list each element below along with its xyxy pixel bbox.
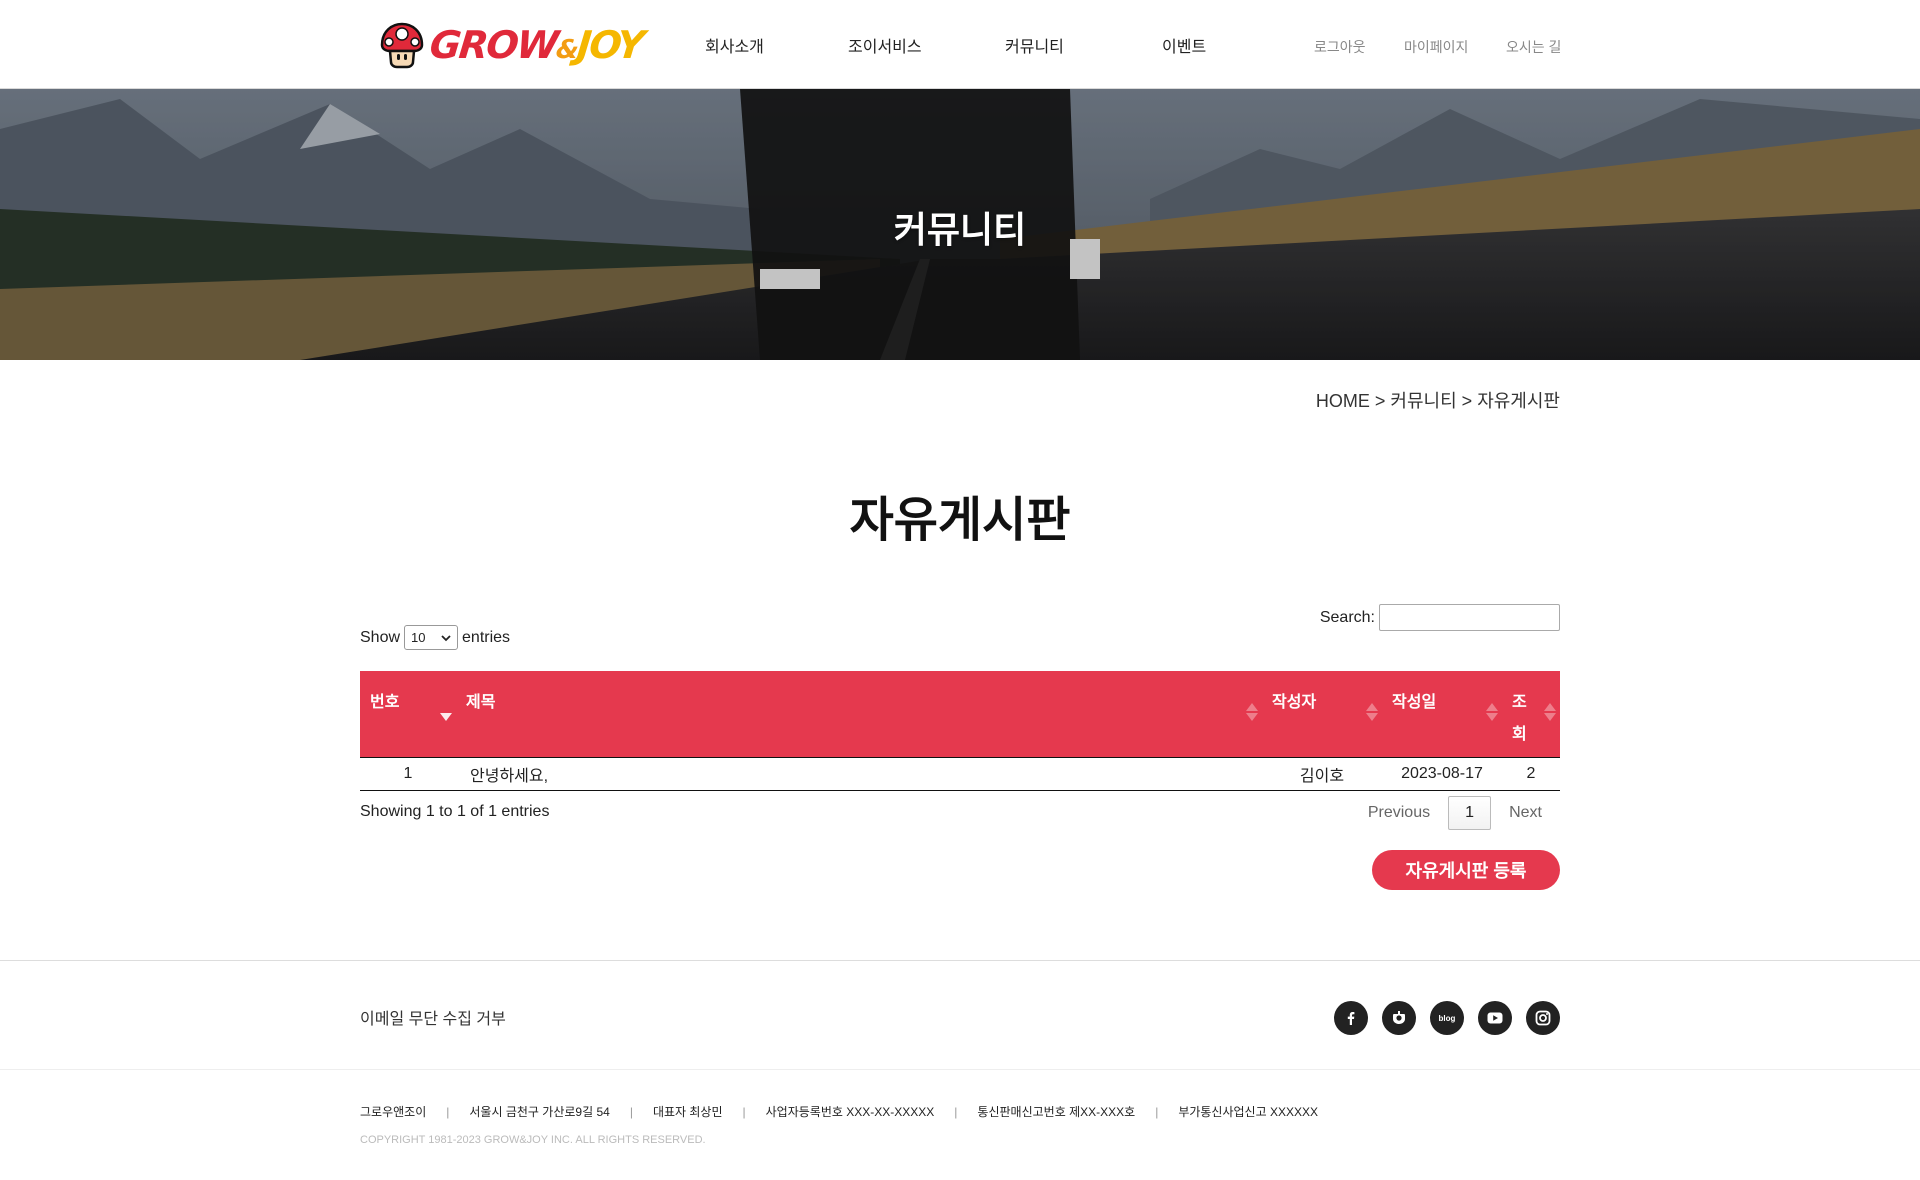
- nav-item-company[interactable]: 회사소개: [705, 33, 764, 57]
- column-label: 작성자: [1272, 694, 1317, 711]
- facebook-icon[interactable]: [1334, 1001, 1368, 1035]
- sort-icon: [1366, 703, 1378, 721]
- mushroom-icon: [380, 22, 424, 69]
- sort-icon: [1486, 703, 1498, 721]
- cell-author: 김이호: [1262, 757, 1382, 791]
- entries-select[interactable]: 10: [404, 625, 459, 650]
- page-title: 자유게시판: [849, 494, 1071, 547]
- divider: |: [629, 1104, 633, 1119]
- previous-button[interactable]: Previous: [1350, 804, 1448, 822]
- sort-icon: [1544, 703, 1556, 721]
- sort-desc-icon: [440, 703, 452, 721]
- hero-banner: 커뮤니티: [0, 89, 1920, 360]
- company-telecom-number: 부가통신사업신고 XXXXXX: [1178, 1105, 1318, 1119]
- next-button[interactable]: Next: [1491, 804, 1560, 822]
- cell-title[interactable]: 안녕하세요,: [456, 757, 1262, 791]
- copyright: COPYRIGHT 1981-2023 GROW&JOY INC. ALL RI…: [360, 1134, 706, 1146]
- column-label: 번호: [370, 694, 400, 711]
- logo-grow: GROW: [427, 23, 559, 67]
- column-label: 제목: [466, 694, 496, 711]
- company-business-number: 사업자등록번호 XXX-XX-XXXXX: [765, 1105, 935, 1119]
- column-header-views[interactable]: 조회: [1502, 671, 1560, 758]
- hero-title: 커뮤니티: [893, 209, 1027, 250]
- company-name: 그로우앤조이: [360, 1105, 427, 1119]
- chevron-down-icon: [441, 634, 451, 641]
- breadcrumb: HOME > 커뮤니티 > 자유게시판: [1315, 391, 1560, 411]
- youtube-icon[interactable]: [1478, 1001, 1512, 1035]
- entries-label: entries: [462, 628, 511, 646]
- divider: |: [1155, 1104, 1159, 1119]
- show-label: Show: [360, 628, 401, 646]
- mypage-link[interactable]: 마이페이지: [1404, 37, 1468, 57]
- nav-item-community[interactable]: 커뮤니티: [1005, 33, 1064, 57]
- email-policy-link[interactable]: 이메일 무단 수집 거부: [360, 1005, 506, 1029]
- nav-item-joy-service[interactable]: 조이서비스: [848, 33, 922, 57]
- pagination: Previous 1 Next: [1350, 796, 1560, 830]
- site-header: GROW&JOY 회사소개 조이서비스 커뮤니티 이벤트 로그아웃 마이페이지 …: [0, 0, 1920, 89]
- entries-select-value: 10: [411, 630, 426, 645]
- logo[interactable]: GROW&JOY: [378, 20, 645, 70]
- write-post-button[interactable]: 자유게시판 등록: [1372, 850, 1560, 890]
- logout-link[interactable]: 로그아웃: [1314, 37, 1366, 57]
- column-header-number[interactable]: 번호: [360, 671, 456, 758]
- page-button-current[interactable]: 1: [1448, 796, 1492, 830]
- entries-length-control: Show 10 entries: [360, 625, 510, 650]
- cell-date: 2023-08-17: [1382, 757, 1502, 791]
- column-header-date[interactable]: 작성일: [1382, 671, 1502, 758]
- nav-item-event[interactable]: 이벤트: [1162, 33, 1206, 57]
- sns-links: blog: [1334, 1001, 1560, 1035]
- board-table: 번호 제목 작성자 작성일 조회 1 안녕하세요, 김이호 2023-08-17…: [360, 671, 1560, 791]
- company-address: 서울시 금천구 가산로9길 54: [469, 1105, 610, 1119]
- search-control: Search:: [1320, 604, 1560, 631]
- column-header-author[interactable]: 작성자: [1262, 671, 1382, 758]
- column-label: 작성일: [1392, 694, 1437, 711]
- cell-number: 1: [360, 757, 456, 791]
- blog-icon[interactable]: blog: [1430, 1001, 1464, 1035]
- sort-icon: [1246, 703, 1258, 721]
- instagram-icon[interactable]: [1526, 1001, 1560, 1035]
- divider: |: [954, 1104, 958, 1119]
- logo-wordmark: GROW&JOY: [428, 23, 645, 67]
- search-label: Search:: [1319, 608, 1375, 626]
- table-info: Showing 1 to 1 of 1 entries: [360, 803, 550, 820]
- table-header-row: 번호 제목 작성자 작성일 조회: [360, 671, 1560, 758]
- search-input[interactable]: [1379, 604, 1560, 631]
- directions-link[interactable]: 오시는 길: [1506, 37, 1561, 57]
- company-mail-order-number: 통신판매신고번호 제XX-XXX호: [977, 1105, 1136, 1119]
- column-header-title[interactable]: 제목: [456, 671, 1262, 758]
- column-label: 조회: [1512, 694, 1527, 743]
- company-info: 그로우앤조이 | 서울시 금천구 가산로9길 54 | 대표자 최상민 | 사업…: [360, 1103, 1318, 1120]
- kakao-story-icon[interactable]: [1382, 1001, 1416, 1035]
- divider: |: [446, 1104, 450, 1119]
- footer-top: [0, 960, 1920, 1070]
- table-row[interactable]: 1 안녕하세요, 김이호 2023-08-17 2: [360, 757, 1560, 791]
- logo-joy: JOY: [575, 23, 645, 67]
- cell-views: 2: [1502, 757, 1560, 791]
- company-ceo: 대표자 최상민: [652, 1105, 723, 1119]
- divider: |: [742, 1104, 746, 1119]
